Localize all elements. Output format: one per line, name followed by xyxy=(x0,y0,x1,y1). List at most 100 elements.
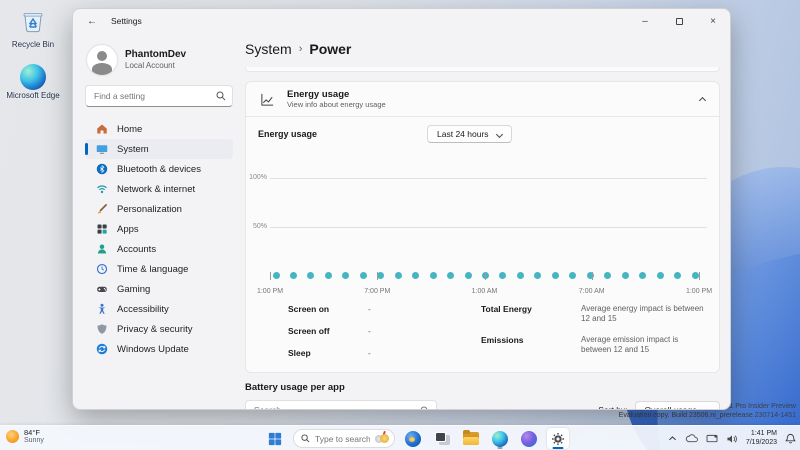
data-point xyxy=(569,271,577,279)
speaker-icon xyxy=(727,434,737,443)
sidebar-item-apps[interactable]: Apps xyxy=(85,219,233,239)
settings-search-box[interactable] xyxy=(85,85,233,107)
settings-taskbar-button[interactable] xyxy=(547,428,569,449)
sidebar-item-bluetooth-devices[interactable]: Bluetooth & devices xyxy=(85,159,233,179)
weather-condition: Sunny xyxy=(24,436,44,444)
chart-plot: 1:00 PM 7:00 PM 1:00 AM 7:00 AM 1:00 PM xyxy=(257,178,712,295)
stat-emissions: Emissions Average emission impact is bet… xyxy=(481,335,709,355)
sidebar-item-network-internet[interactable]: Network & internet xyxy=(85,179,233,199)
user-account-row[interactable]: PhantomDev Local Account xyxy=(85,39,233,85)
start-button[interactable] xyxy=(264,428,286,449)
breadcrumb-system[interactable]: System xyxy=(245,41,292,57)
settings-main-content: System › Power Energy usage View info ab… xyxy=(245,33,730,409)
y-axis-label-50: 50% xyxy=(252,223,267,230)
person-icon xyxy=(95,243,108,256)
data-point xyxy=(656,271,664,279)
sidebar-nav: Home System Bluetooth & devices Network … xyxy=(85,119,233,359)
breadcrumb: System › Power xyxy=(245,33,730,67)
settings-sidebar: PhantomDev Local Account Home System xyxy=(73,33,245,409)
stat-value: - xyxy=(368,326,371,336)
data-point xyxy=(621,271,629,279)
edge-button[interactable] xyxy=(489,428,511,449)
volume-tray-icon[interactable] xyxy=(726,434,738,444)
taskbar: 1:41 PM 7/19/2023 xyxy=(0,425,800,450)
minimize-button[interactable]: – xyxy=(628,9,662,33)
y-axis-label-100: 100% xyxy=(249,174,267,181)
sort-value: Overall usage xyxy=(644,405,697,410)
sidebar-item-gaming[interactable]: Gaming xyxy=(85,279,233,299)
search-highlights-icon xyxy=(375,430,389,445)
bluetooth-icon xyxy=(95,163,108,176)
sort-dropdown[interactable]: Overall usage xyxy=(634,401,720,410)
file-explorer-button[interactable] xyxy=(460,428,482,449)
sidebar-item-accessibility[interactable]: Accessibility xyxy=(85,299,233,319)
sidebar-item-system[interactable]: System xyxy=(85,139,233,159)
cast-tray-icon[interactable] xyxy=(706,434,718,444)
desktop-icon-microsoft-edge[interactable]: Microsoft Edge xyxy=(4,64,62,100)
settings-search-input[interactable] xyxy=(94,91,212,101)
sidebar-item-label: Windows Update xyxy=(117,343,189,355)
sidebar-item-accounts[interactable]: Accounts xyxy=(85,239,233,259)
maximize-icon xyxy=(675,17,683,25)
card-subtitle: View info about energy usage xyxy=(287,100,386,109)
copilot-button[interactable] xyxy=(518,428,540,449)
data-point xyxy=(289,271,297,279)
tray-date: 7/19/2023 xyxy=(745,438,777,446)
clock[interactable]: 1:41 PM 7/19/2023 xyxy=(746,430,777,447)
folder-icon xyxy=(463,430,479,445)
data-point xyxy=(447,271,455,279)
windows-logo-icon xyxy=(268,432,282,445)
energy-usage-row-label: Energy usage xyxy=(258,129,318,139)
sidebar-item-personalization[interactable]: Personalization xyxy=(85,199,233,219)
card-title: Energy usage xyxy=(287,89,350,100)
chevron-up-icon[interactable] xyxy=(698,96,707,105)
sidebar-item-label: Home xyxy=(117,123,143,135)
desktop-icon-recycle-bin[interactable]: Recycle Bin xyxy=(4,8,62,49)
data-point xyxy=(639,271,647,279)
accessibility-person-icon xyxy=(95,303,108,316)
data-point xyxy=(551,271,559,279)
sidebar-item-windows-update[interactable]: Windows Update xyxy=(85,339,233,359)
app-search-box[interactable] xyxy=(245,400,437,409)
sidebar-item-home[interactable]: Home xyxy=(85,119,233,139)
sidebar-item-privacy-security[interactable]: Privacy & security xyxy=(85,319,233,339)
data-point xyxy=(342,271,350,279)
onedrive-tray-icon[interactable] xyxy=(685,434,698,443)
maximize-button[interactable] xyxy=(662,9,696,33)
energy-usage-expander-header[interactable]: Energy usage View info about energy usag… xyxy=(246,82,719,116)
stat-value: Average emission impact is between 12 an… xyxy=(581,335,679,354)
data-point xyxy=(534,271,542,279)
stat-screen-on: Screen on - xyxy=(288,304,481,314)
running-indicator xyxy=(497,447,503,449)
data-point xyxy=(412,271,420,279)
data-point xyxy=(482,271,489,279)
user-name: PhantomDev xyxy=(125,49,187,60)
sidebar-item-label: System xyxy=(117,143,149,155)
tray-time: 1:41 PM xyxy=(750,430,777,437)
notification-bell[interactable] xyxy=(785,433,796,444)
taskbar-search-input[interactable] xyxy=(315,433,370,444)
data-point xyxy=(324,271,332,279)
sidebar-item-label: Time & language xyxy=(117,263,189,275)
task-view-icon xyxy=(434,432,450,445)
desktop-icon-label: Microsoft Edge xyxy=(6,91,60,100)
gamepad-icon xyxy=(95,283,108,296)
tray-chevron-up[interactable] xyxy=(668,435,677,442)
sidebar-item-time-language[interactable]: Time & language xyxy=(85,259,233,279)
copilot-icon xyxy=(521,430,537,447)
data-point xyxy=(499,271,507,279)
back-button[interactable]: ← xyxy=(83,16,101,27)
app-search-input[interactable] xyxy=(254,405,416,409)
stat-label: Emissions xyxy=(481,335,524,345)
cast-screen-icon xyxy=(706,434,718,442)
data-point xyxy=(429,271,437,279)
close-button[interactable]: × xyxy=(696,9,730,33)
taskbar-weather-widget[interactable]: 84°F Sunny xyxy=(6,425,44,447)
wifi-icon xyxy=(95,183,108,196)
stat-label: Screen on xyxy=(288,304,330,314)
taskbar-search-box[interactable] xyxy=(293,429,395,448)
chevron-up-icon xyxy=(668,436,676,441)
taskbar-pinned-app-icon[interactable] xyxy=(402,428,424,449)
task-view-button[interactable] xyxy=(431,428,453,449)
time-range-dropdown[interactable]: Last 24 hours xyxy=(427,125,512,143)
